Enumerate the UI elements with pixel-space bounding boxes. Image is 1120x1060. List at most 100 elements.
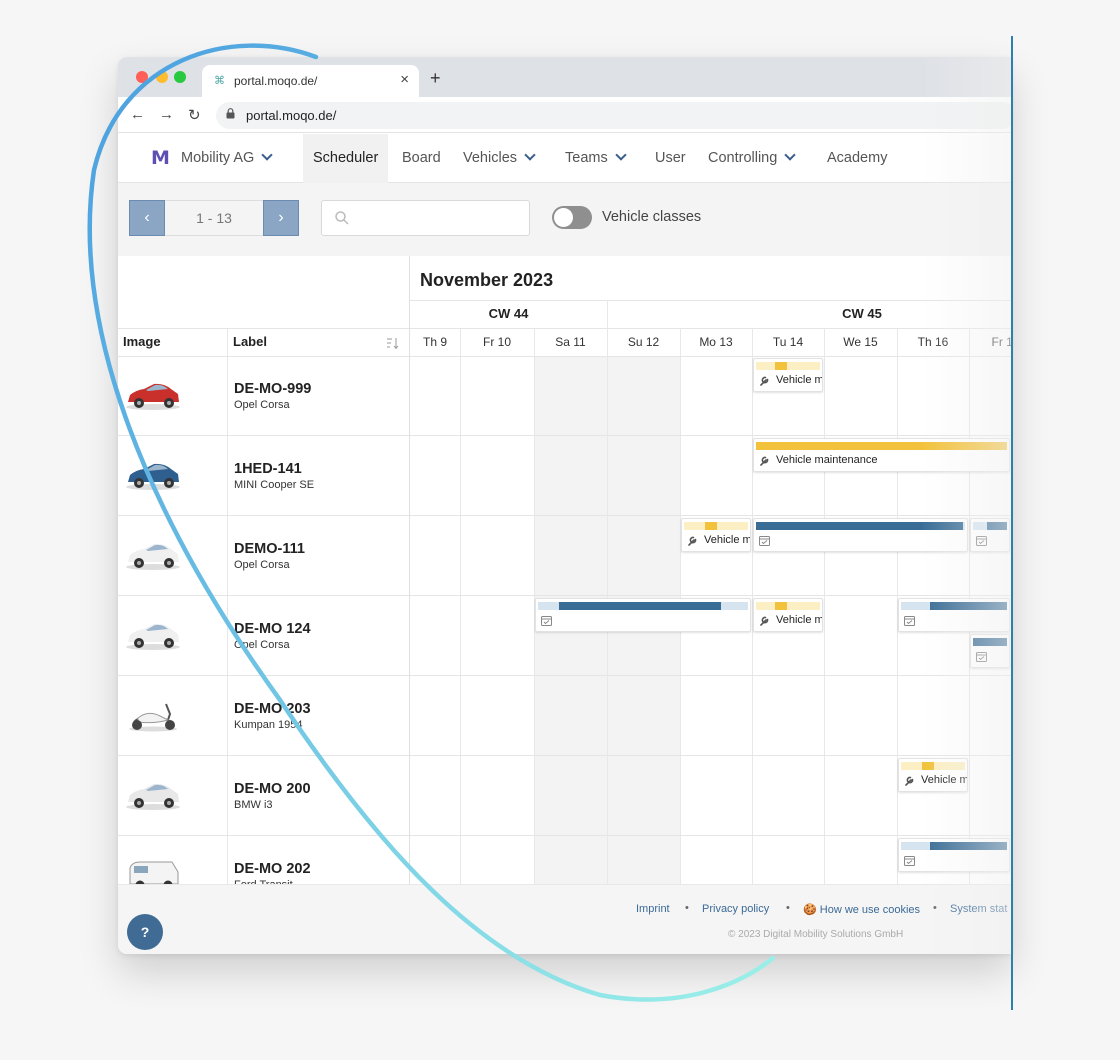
search-icon [335,211,349,225]
event-label: Vehicle m [776,374,823,386]
maintenance-event[interactable]: Vehicle m [753,598,823,632]
vehicle-model: Opel Corsa [234,399,290,411]
day-header: Tu 14 [772,335,804,349]
browser-window: ⌘ portal.moqo.de/ × + ← → ↻ portal.moqo.… [118,57,1011,954]
booking-event[interactable] [535,598,751,632]
table-row[interactable]: DE-MO 202Ford Transit [118,836,1011,884]
org-switcher[interactable]: Mobility AG [181,134,274,183]
day-header: Sa 11 [555,335,586,349]
event-bar [756,442,1007,450]
nav-item-academy[interactable]: Academy [827,134,887,183]
previous-page-button[interactable]: ‹ [129,200,165,236]
booking-event[interactable] [898,838,1010,872]
nav-item-board[interactable]: Board [402,134,441,183]
footer: ? Imprint • Privacy policy • 🍪 How we us… [118,884,1011,954]
table-row[interactable]: DE-MO 203 Kumpan 1954 [118,676,1011,756]
booking-event[interactable] [753,518,968,552]
vehicle-plate[interactable]: DEMO-111 [234,541,305,557]
separator: • [685,902,689,914]
event-bar [901,602,1007,610]
privacy-policy-link[interactable]: Privacy policy [702,903,769,915]
calendar-check-icon [903,854,916,867]
favicon-icon: ⌘ [214,75,225,87]
vehicle-image [124,774,182,816]
booking-event[interactable] [970,518,1010,552]
moqo-logo-icon: M [151,147,170,169]
maintenance-event[interactable]: Vehicle m [753,358,823,392]
vehicle-plate[interactable]: DE-MO 124 [234,621,311,637]
new-tab-button[interactable]: + [430,68,441,89]
day-header: Su 12 [627,335,660,349]
event-bar [756,522,965,530]
toggle-knob [554,208,573,227]
org-name: Mobility AG [181,150,255,166]
url-field[interactable]: portal.moqo.de/ [216,102,1011,129]
sort-icon[interactable] [386,336,400,350]
imprint-link[interactable]: Imprint [636,903,670,915]
address-bar: ← → ↻ portal.moqo.de/ [118,97,1011,133]
wrench-icon [758,614,771,627]
event-bar [756,362,820,370]
day-header: Th 16 [917,335,949,349]
system-status-link[interactable]: System stat [950,903,1007,915]
vehicle-plate[interactable]: DE-MO 200 [234,781,311,797]
cookies-link[interactable]: 🍪 How we use cookies [803,903,920,916]
chevron-down-icon [261,149,274,161]
event-label: Vehicle maintenance [776,454,878,466]
booking-event[interactable] [898,598,1010,632]
wrench-icon [758,374,771,387]
nav-item-controlling[interactable]: Controlling [708,134,796,183]
next-page-button[interactable]: › [263,200,299,236]
week-label: CW 45 [842,306,882,321]
event-fill [756,442,1007,450]
toggle-label: Vehicle classes [602,209,702,225]
day-header: Mo 13 [699,335,733,349]
nav-item-user[interactable]: User [655,134,686,183]
column-header-label[interactable]: Label [233,328,267,356]
maximize-window-button[interactable] [174,71,186,83]
vehicle-plate[interactable]: DE-MO-999 [234,381,311,397]
booking-event[interactable] [970,634,1010,668]
nav-item-scheduler[interactable]: Scheduler [303,134,389,183]
vehicle-plate[interactable]: DE-MO 202 [234,861,311,877]
minimize-window-button[interactable] [156,71,168,83]
vehicle-plate[interactable]: 1HED-141 [234,461,302,477]
nav-item-teams[interactable]: Teams [565,134,627,183]
nav-item-vehicles[interactable]: Vehicles [463,134,536,183]
maintenance-event[interactable]: Vehicle maintenance [753,438,1010,472]
browser-tab[interactable]: ⌘ portal.moqo.de/ × [202,65,419,97]
event-fill [973,638,1007,646]
nav-label: Scheduler [313,150,379,166]
nav-label: Academy [827,150,888,166]
event-bar [684,522,748,530]
url-text: portal.moqo.de/ [246,108,337,123]
calendar-check-icon [975,534,988,547]
event-fill [929,602,1007,610]
tab-close-icon[interactable]: × [400,71,409,88]
nav-label: Board [402,150,441,166]
day-header: Th 9 [422,335,447,349]
vehicle-plate[interactable]: DE-MO 203 [234,701,311,717]
grid-line [410,300,1011,301]
scheduler-grid: November 2023 CW 44 CW 45 Image Label Th… [118,256,1011,884]
maintenance-event[interactable]: Vehicle m [898,758,968,792]
reload-icon[interactable]: ↻ [188,106,201,124]
table-row[interactable]: DE-MO-999 Opel Corsa [118,356,1011,436]
close-window-button[interactable] [136,71,148,83]
forward-arrow-icon[interactable]: → [159,106,174,123]
maintenance-event[interactable]: Vehicle m [681,518,751,552]
table-row[interactable]: DE-MO 200 BMW i3 [118,756,1011,836]
event-bar [756,602,820,610]
decorative-line [1011,36,1013,1010]
calendar-check-icon [903,614,916,627]
day-header: Fr 10 [482,335,511,349]
week-label: CW 44 [488,306,529,321]
help-button[interactable]: ? [127,914,163,950]
tab-strip: ⌘ portal.moqo.de/ × + [118,57,1011,97]
search-input[interactable] [321,200,530,236]
event-fill [922,762,935,770]
back-arrow-icon[interactable]: ← [130,106,145,123]
vehicle-image [124,854,182,884]
vehicle-classes-toggle[interactable] [552,206,592,229]
vehicle-model: Opel Corsa [234,559,290,571]
